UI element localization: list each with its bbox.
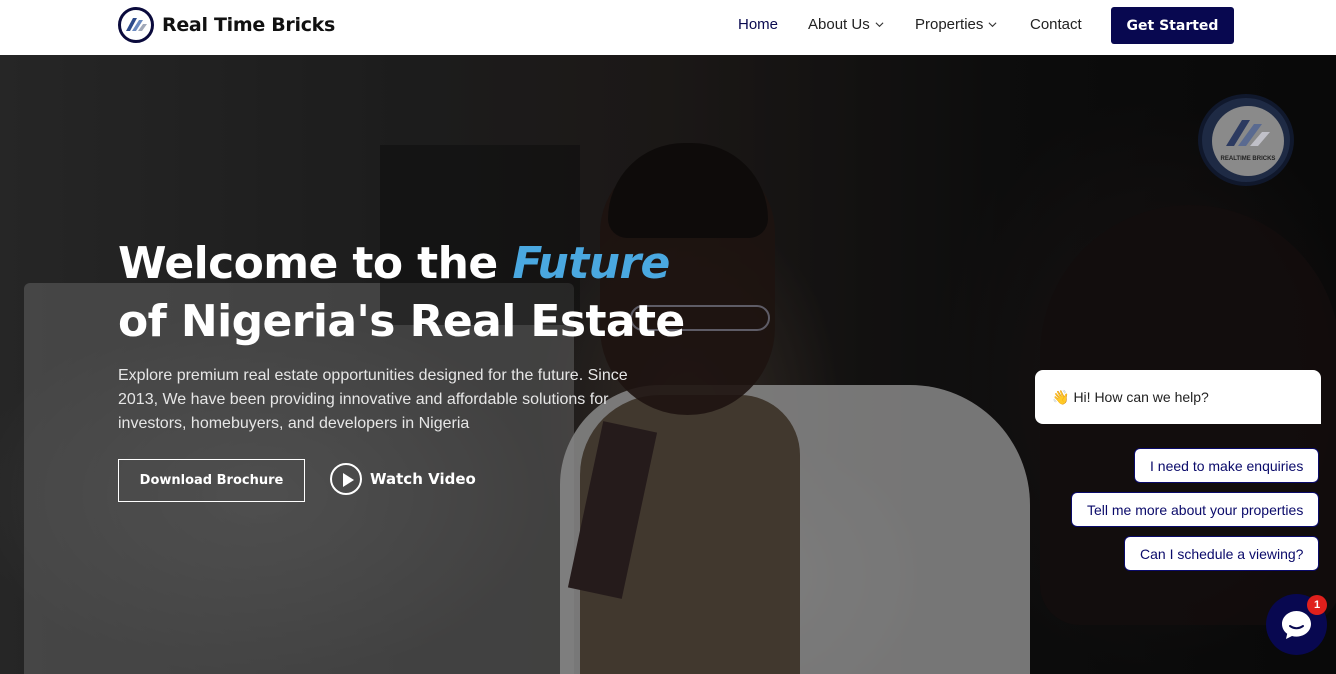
chat-icon — [1282, 611, 1311, 639]
floating-logo-text: REALTIME BRICKS — [1220, 156, 1276, 162]
quick-reply-enquiries[interactable]: I need to make enquiries — [1134, 448, 1320, 483]
nav-about-us-label: About Us — [808, 16, 870, 33]
hero-description: Explore premium real estate opportunitie… — [118, 367, 628, 432]
hero-title: Welcome to the Future of Nigeria's Real … — [118, 235, 685, 351]
nav-properties-label: Properties — [915, 16, 984, 33]
floating-logo-icon — [1226, 120, 1270, 146]
nav-properties[interactable]: Properties — [915, 16, 997, 33]
hero-title-line2: of Nigeria's Real Estate — [118, 296, 685, 347]
floating-brand-logo: REALTIME BRICKS — [1198, 94, 1294, 186]
nav-home[interactable]: Home — [738, 16, 778, 33]
nav-about-us[interactable]: About Us — [808, 16, 884, 33]
site-header: Real Time Bricks Home About Us Propertie… — [0, 0, 1336, 55]
floating-logo-badge: REALTIME BRICKS — [1212, 106, 1284, 176]
play-icon — [330, 463, 362, 495]
brand-link[interactable]: Real Time Bricks — [118, 7, 335, 43]
hero-title-accent: Future — [512, 238, 670, 289]
nav-contact[interactable]: Contact — [1030, 16, 1082, 33]
hero-title-prefix: Welcome to the — [118, 238, 513, 289]
hero-section: Welcome to the Future of Nigeria's Real … — [0, 55, 1336, 674]
nav-contact-label: Contact — [1030, 16, 1082, 33]
brand-logo-icon — [118, 7, 154, 43]
watch-video-label: Watch Video — [370, 470, 476, 488]
chat-greeting-bubble: 👋 Hi! How can we help? — [1035, 370, 1321, 424]
chat-greeting-text: Hi! How can we help? — [1073, 389, 1209, 405]
chat-notification-badge: 1 — [1307, 595, 1327, 615]
wave-icon: 👋 — [1052, 388, 1070, 405]
get-started-button[interactable]: Get Started — [1111, 7, 1234, 44]
quick-reply-viewing[interactable]: Can I schedule a viewing? — [1124, 536, 1320, 571]
chevron-down-icon — [875, 22, 884, 28]
chevron-down-icon — [988, 22, 997, 28]
watch-video-button[interactable]: Watch Video — [330, 463, 476, 495]
brand-name: Real Time Bricks — [162, 14, 336, 36]
nav-home-label: Home — [738, 16, 779, 33]
quick-reply-properties[interactable]: Tell me more about your properties — [1071, 492, 1320, 527]
download-brochure-button[interactable]: Download Brochure — [118, 459, 305, 502]
